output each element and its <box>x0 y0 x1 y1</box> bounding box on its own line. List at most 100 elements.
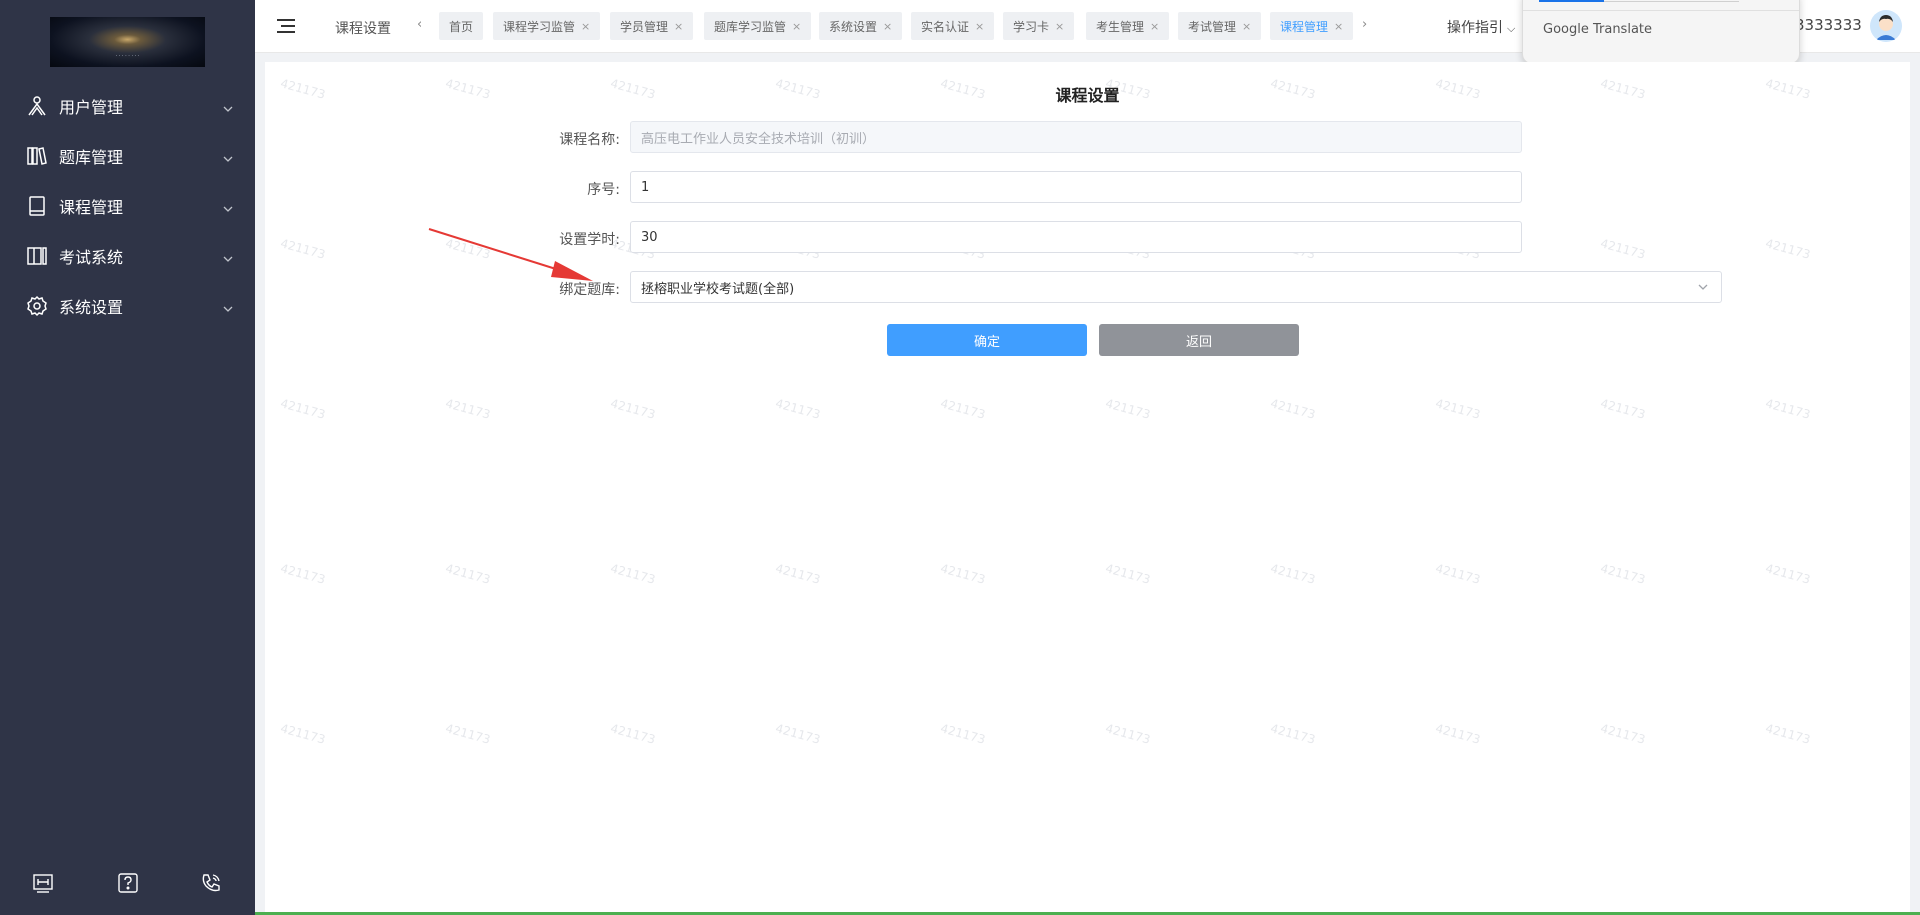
sidebar-item-exam[interactable]: 考试系统 <box>0 236 255 276</box>
chevron-down-icon <box>222 300 234 312</box>
library-icon <box>26 145 48 167</box>
close-icon[interactable]: × <box>1150 20 1159 33</box>
watermark-text: 421173 <box>773 721 822 747</box>
sidebar-item-courses[interactable]: 课程管理 <box>0 186 255 226</box>
course-name-input[interactable]: 高压电工作业人员安全技术培训（初训） <box>630 121 1522 153</box>
tab-system-settings[interactable]: 系统设置 × <box>819 12 903 40</box>
sidebar-item-label: 考试系统 <box>59 248 124 267</box>
tabs-next-button[interactable]: › <box>1362 17 1367 32</box>
logo-caption: · · · · · · · · <box>115 53 140 59</box>
annotation-arrow <box>428 228 593 281</box>
watermark-text: 421173 <box>938 561 987 587</box>
tab-students[interactable]: 学员管理 × <box>610 12 694 40</box>
tab-label: 课程学习监管 <box>503 19 576 34</box>
close-icon[interactable]: × <box>975 20 984 33</box>
watermark-text: 421173 <box>1763 721 1812 747</box>
help-icon[interactable] <box>117 872 139 894</box>
tab-home[interactable]: 首页 <box>439 12 484 40</box>
watermark-text: 421173 <box>1103 721 1152 747</box>
tab-study-card[interactable]: 学习卡 × <box>1003 12 1075 40</box>
order-input[interactable]: 1 <box>630 171 1522 203</box>
watermark-text: 421173 <box>773 396 822 422</box>
study-hours-input[interactable]: 30 <box>630 221 1522 253</box>
chevron-down-icon <box>222 150 234 162</box>
chevron-down-icon <box>222 100 234 112</box>
google-translate-popup[interactable]: Google Translate <box>1522 0 1800 64</box>
sidebar-item-label: 用户管理 <box>59 98 124 117</box>
question-bank-select[interactable]: 拯榕职业学校考试题(全部) <box>630 271 1722 303</box>
watermark-text: 421173 <box>1598 396 1647 422</box>
watermark-text: 421173 <box>938 721 987 747</box>
logo: · · · · · · · · <box>50 17 205 67</box>
fit-width-icon[interactable] <box>32 872 54 894</box>
sidebar-item-label: 题库管理 <box>59 148 124 167</box>
field-label-course-name: 课程名称: <box>559 132 620 148</box>
tab-course-manage[interactable]: 课程管理 × <box>1270 12 1354 40</box>
watermark-text: 421173 <box>443 396 492 422</box>
watermark-text: 421173 <box>1598 236 1647 262</box>
divider <box>1523 10 1799 11</box>
operation-guide-dropdown[interactable]: 操作指引 ⌵ <box>1447 17 1515 37</box>
sidebar-item-question-bank[interactable]: 题库管理 <box>0 136 255 176</box>
chevron-down-icon: ⌵ <box>1507 22 1516 35</box>
tab-label: 课程管理 <box>1280 19 1329 34</box>
sidebar-item-users[interactable]: 用户管理 <box>0 86 255 126</box>
tabs-prev-button[interactable]: ‹ <box>417 17 422 32</box>
watermark-text: 421173 <box>1763 396 1812 422</box>
back-button[interactable]: 返回 <box>1099 324 1299 356</box>
close-icon[interactable]: × <box>792 20 801 33</box>
sidebar: · · · · · · · · 用户管理 题库管理 课程管理 考试系统 系统设置 <box>0 0 255 915</box>
tab-exam-manage[interactable]: 考试管理 × <box>1178 12 1262 40</box>
exam-icon <box>26 245 48 267</box>
confirm-button[interactable]: 确定 <box>887 324 1087 356</box>
watermark-text: 421173 <box>1433 721 1482 747</box>
active-indicator <box>1539 0 1604 2</box>
close-icon[interactable]: × <box>883 20 892 33</box>
tab-course-monitor[interactable]: 课程学习监管 × <box>493 12 601 40</box>
close-icon[interactable]: × <box>1055 20 1064 33</box>
google-translate-label: Google Translate <box>1543 22 1653 37</box>
tab-identity-verify[interactable]: 实名认证 × <box>911 12 995 40</box>
phone-icon[interactable] <box>200 872 222 894</box>
close-icon[interactable]: × <box>1334 20 1343 33</box>
close-icon[interactable]: × <box>1242 20 1251 33</box>
tab-examinees[interactable]: 考生管理 × <box>1086 12 1170 40</box>
gear-icon <box>26 295 48 317</box>
operation-guide-label: 操作指引 <box>1447 20 1503 36</box>
avatar[interactable] <box>1870 10 1902 42</box>
sidebar-item-settings[interactable]: 系统设置 <box>0 286 255 326</box>
watermark-text: 421173 <box>1268 561 1317 587</box>
tab-label: 实名认证 <box>921 19 970 34</box>
tab-question-monitor[interactable]: 题库学习监管 × <box>704 12 812 40</box>
book-icon <box>26 195 48 217</box>
watermark-text: 421173 <box>1433 561 1482 587</box>
watermark-text: 421173 <box>938 396 987 422</box>
watermark-text: 421173 <box>608 396 657 422</box>
sidebar-item-label: 课程管理 <box>59 198 124 217</box>
chevron-down-icon <box>222 200 234 212</box>
watermark-text: 421173 <box>773 561 822 587</box>
users-icon <box>26 95 48 117</box>
watermark-text: 421173 <box>1598 721 1647 747</box>
watermark-text: 421173 <box>1103 396 1152 422</box>
sidebar-footer <box>0 872 255 898</box>
question-bank-selected: 拯榕职业学校考试题(全部) <box>641 281 795 297</box>
tab-label: 系统设置 <box>829 19 878 34</box>
tab-label: 学习卡 <box>1013 19 1050 34</box>
close-icon[interactable]: × <box>674 20 683 33</box>
watermark-text: 421173 <box>608 561 657 587</box>
watermark-text: 421173 <box>1103 561 1152 587</box>
watermark-text: 421173 <box>1598 561 1647 587</box>
tab-label: 题库学习监管 <box>714 19 787 34</box>
chevron-down-icon <box>222 250 234 262</box>
watermark-text: 421173 <box>278 561 327 587</box>
username[interactable]: 3333333 <box>1795 16 1862 34</box>
sidebar-item-label: 系统设置 <box>59 298 124 317</box>
page-title: 课程设置 <box>1055 86 1120 105</box>
menu-toggle-icon[interactable] <box>277 18 295 34</box>
close-icon[interactable]: × <box>581 20 590 33</box>
tab-label: 考试管理 <box>1188 19 1237 34</box>
watermark-text: 421173 <box>443 561 492 587</box>
tab-label: 学员管理 <box>620 19 669 34</box>
watermark-text: 421173 <box>1763 561 1812 587</box>
